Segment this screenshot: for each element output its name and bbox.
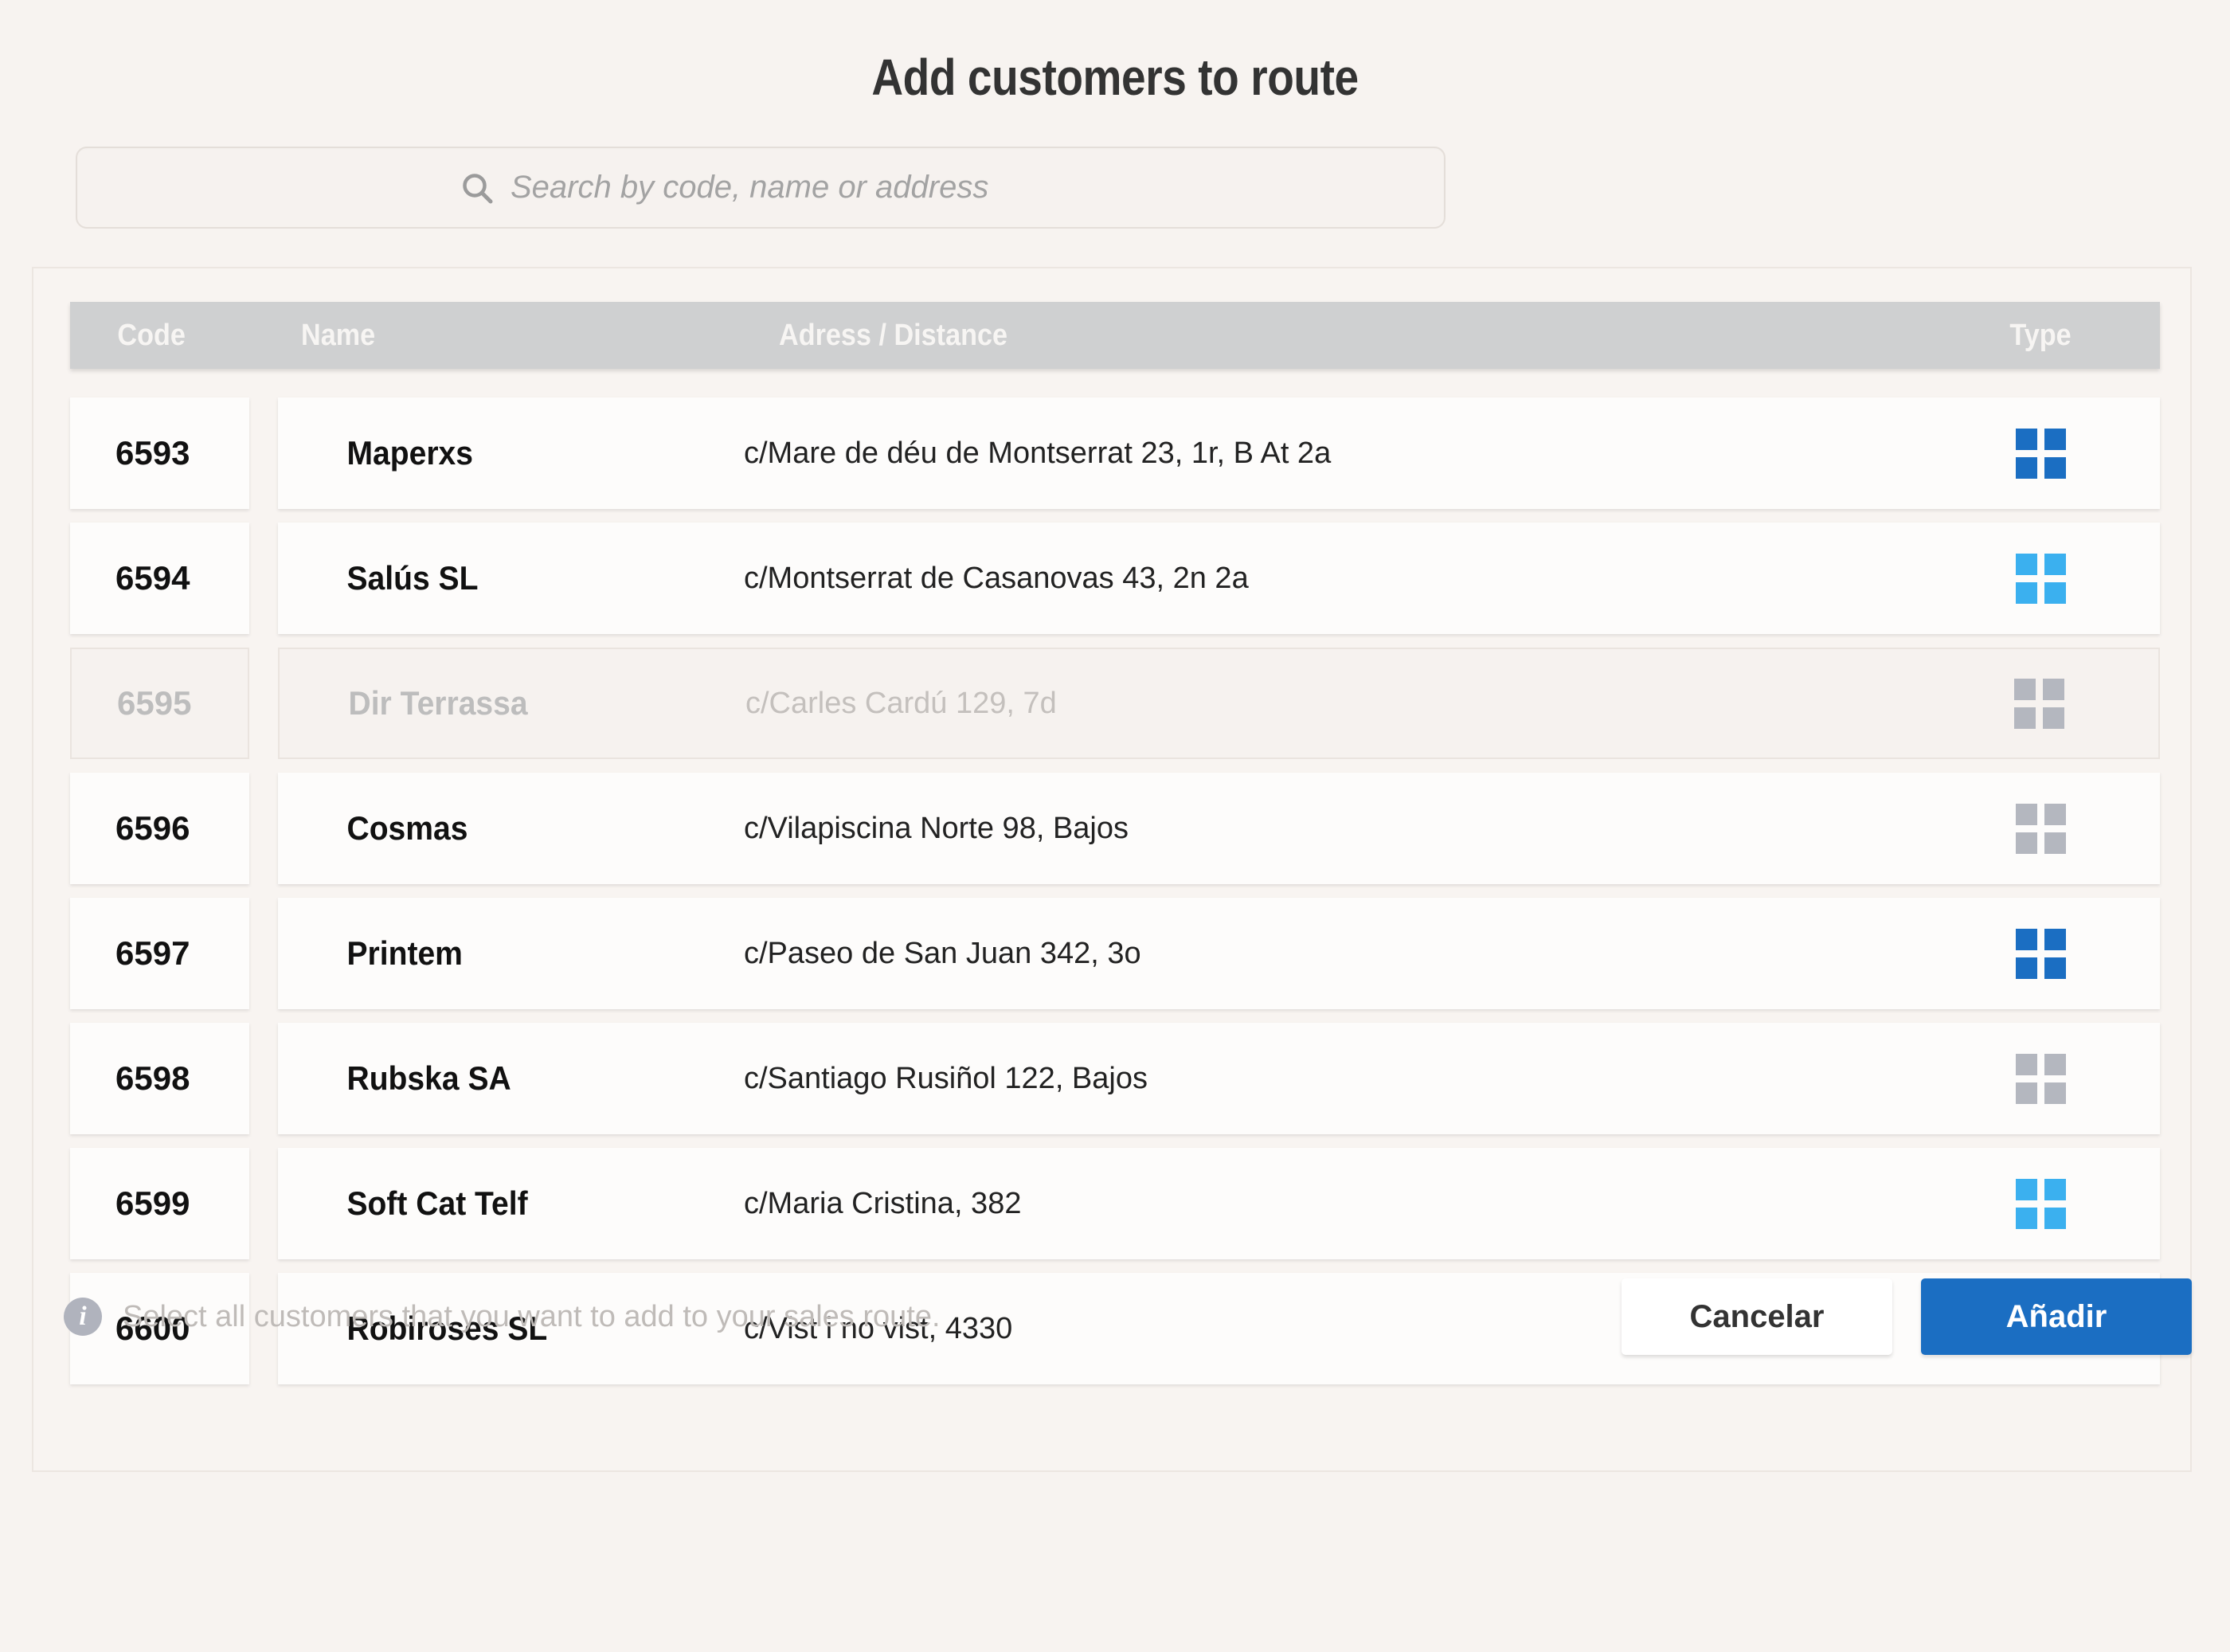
cell-code: 6595 xyxy=(70,648,249,760)
search-input[interactable] xyxy=(495,147,1444,229)
table-row: 6595 Dir Terrassa c/Carles Cardú 129, 7d xyxy=(70,648,2160,760)
cell-body[interactable]: Maperxs c/Mare de déu de Montserrat 23, 1… xyxy=(278,397,2160,510)
cell-body[interactable]: Cosmas c/Vilapiscina Norte 98, Bajos xyxy=(278,773,2160,885)
table-row[interactable]: 6597 Printem c/Paseo de San Juan 342, 3o xyxy=(70,898,2160,1010)
column-header-code: Code xyxy=(117,318,186,352)
cell-name: Maperxs xyxy=(346,434,473,472)
cell-name: Salús SL xyxy=(346,559,479,597)
grid-type-icon xyxy=(2015,803,2066,854)
cell-body[interactable]: Soft Cat Telf c/Maria Cristina, 382 xyxy=(278,1148,2160,1260)
search-icon xyxy=(460,170,495,206)
grid-type-icon xyxy=(2013,678,2064,729)
cell-address: c/Mare de déu de Montserrat 23, 1r, B At… xyxy=(744,436,1332,470)
cell-address: c/Montserrat de Casanovas 43, 2n 2a xyxy=(744,561,1249,595)
info-icon: i xyxy=(64,1298,102,1336)
footer-hint: i Select all customers that you want to … xyxy=(64,1298,1622,1336)
cell-type xyxy=(1921,553,2160,604)
page-title: Add customers to route xyxy=(871,49,1359,106)
cell-type xyxy=(1919,678,2158,729)
grid-type-icon xyxy=(2015,1053,2066,1104)
cell-address: c/Vilapiscina Norte 98, Bajos xyxy=(744,811,1129,845)
footer-hint-text: Select all customers that you want to ad… xyxy=(123,1299,941,1333)
search-field[interactable] xyxy=(76,147,1446,229)
cell-code: 6598 xyxy=(70,1023,249,1135)
cell-name: Rubska SA xyxy=(346,1059,511,1098)
cell-address: c/Carles Cardú 129, 7d xyxy=(745,686,1057,720)
cell-body[interactable]: Printem c/Paseo de San Juan 342, 3o xyxy=(278,898,2160,1010)
cell-code: 6594 xyxy=(70,523,249,635)
column-header-address: Adress / Distance xyxy=(779,318,1008,352)
cell-type xyxy=(1921,928,2160,979)
cell-code: 6599 xyxy=(70,1148,249,1260)
column-header-type: Type xyxy=(2009,318,2072,352)
cell-address: c/Maria Cristina, 382 xyxy=(744,1186,1022,1220)
cell-code: 6593 xyxy=(70,397,249,510)
grid-type-icon xyxy=(2015,1178,2066,1229)
cell-name: Cosmas xyxy=(346,809,468,848)
cell-type xyxy=(1921,428,2160,479)
cell-address: c/Paseo de San Juan 342, 3o xyxy=(744,936,1141,970)
cell-type xyxy=(1921,1053,2160,1104)
table-row[interactable]: 6596 Cosmas c/Vilapiscina Norte 98, Bajos xyxy=(70,773,2160,885)
table-row[interactable]: 6599 Soft Cat Telf c/Maria Cristina, 382 xyxy=(70,1148,2160,1260)
table-body: 6593 Maperxs c/Mare de déu de Montserrat 2… xyxy=(70,397,2160,1385)
grid-type-icon xyxy=(2015,553,2066,604)
column-header-name: Name xyxy=(301,318,376,352)
grid-type-icon xyxy=(2015,428,2066,479)
cell-body[interactable]: Rubska SA c/Santiago Rusiñol 122, Bajos xyxy=(278,1023,2160,1135)
cell-name: Dir Terrassa xyxy=(348,684,528,722)
table-row[interactable]: 6598 Rubska SA c/Santiago Rusiñol 122, Baj… xyxy=(70,1023,2160,1135)
table-row[interactable]: 6593 Maperxs c/Mare de déu de Montserrat 2… xyxy=(70,397,2160,510)
cell-body[interactable]: Salús SL c/Montserrat de Casanovas 43, 2n… xyxy=(278,523,2160,635)
cell-type xyxy=(1921,803,2160,854)
dialog-footer: i Select all customers that you want to … xyxy=(0,1253,2230,1380)
cell-type xyxy=(1921,1178,2160,1229)
customer-table: Code Name Adress / Distance Type 6593 Map… xyxy=(33,268,2190,1385)
cell-address: c/Santiago Rusiñol 122, Bajos xyxy=(744,1061,1148,1095)
footer-actions: Cancelar Añadir xyxy=(1622,1278,2192,1355)
grid-type-icon xyxy=(2015,928,2066,979)
table-header-row: Code Name Adress / Distance Type xyxy=(70,302,2160,370)
cell-body: Dir Terrassa c/Carles Cardú 129, 7d xyxy=(278,648,2160,760)
cell-name: Printem xyxy=(346,934,463,973)
add-button[interactable]: Añadir xyxy=(1921,1278,2192,1355)
table-row[interactable]: 6594 Salús SL c/Montserrat de Casanovas 43… xyxy=(70,523,2160,635)
cell-name: Soft Cat Telf xyxy=(346,1184,528,1223)
cancel-button[interactable]: Cancelar xyxy=(1622,1278,1892,1355)
cell-code: 6596 xyxy=(70,773,249,885)
cell-code: 6597 xyxy=(70,898,249,1010)
